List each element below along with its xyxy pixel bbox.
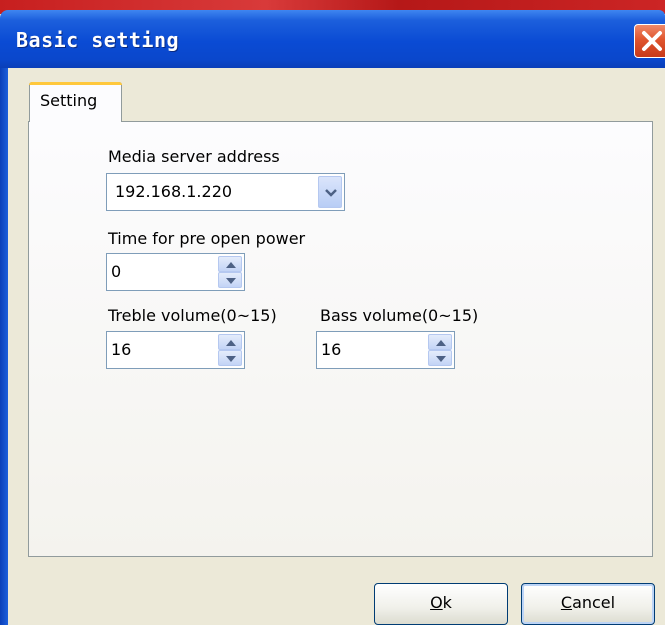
bass-value: 16 <box>321 340 342 359</box>
cancel-mnemonic: C <box>560 593 573 612</box>
bass-label: Bass volume(0~15) <box>320 306 479 325</box>
cancel-button[interactable]: Cancel <box>521 583 655 625</box>
dropdown-button[interactable] <box>318 176 342 208</box>
treble-stepper[interactable]: 16 <box>106 331 245 369</box>
pre-open-label: Time for pre open power <box>108 229 306 248</box>
title-bar[interactable]: Basic setting <box>0 10 665 68</box>
pre-open-stepper[interactable]: 0 <box>106 253 245 291</box>
ok-mnemonic: O <box>430 593 443 612</box>
media-server-label: Media server address <box>108 147 280 166</box>
ok-label-rest: k <box>442 593 452 612</box>
treble-value: 16 <box>111 340 132 359</box>
ok-button[interactable]: Ok <box>374 583 508 625</box>
cancel-label-rest: ancel <box>572 593 616 612</box>
bass-stepper[interactable]: 16 <box>316 331 455 369</box>
tab-setting[interactable]: Setting <box>29 82 122 122</box>
bass-down-button[interactable] <box>428 350 452 366</box>
tab-label: Setting <box>40 91 98 110</box>
window-title: Basic setting <box>16 28 180 52</box>
treble-up-button[interactable] <box>218 334 242 350</box>
bass-up-button[interactable] <box>428 334 452 350</box>
pre-open-down-button[interactable] <box>218 272 242 288</box>
window-frame-left <box>0 68 8 625</box>
pre-open-up-button[interactable] <box>218 256 242 272</box>
close-button[interactable] <box>634 24 665 58</box>
treble-down-button[interactable] <box>218 350 242 366</box>
treble-label: Treble volume(0~15) <box>108 306 277 325</box>
media-server-select[interactable]: 192.168.1.220 <box>106 173 345 211</box>
pre-open-value: 0 <box>111 262 122 281</box>
media-server-value: 192.168.1.220 <box>115 182 233 201</box>
